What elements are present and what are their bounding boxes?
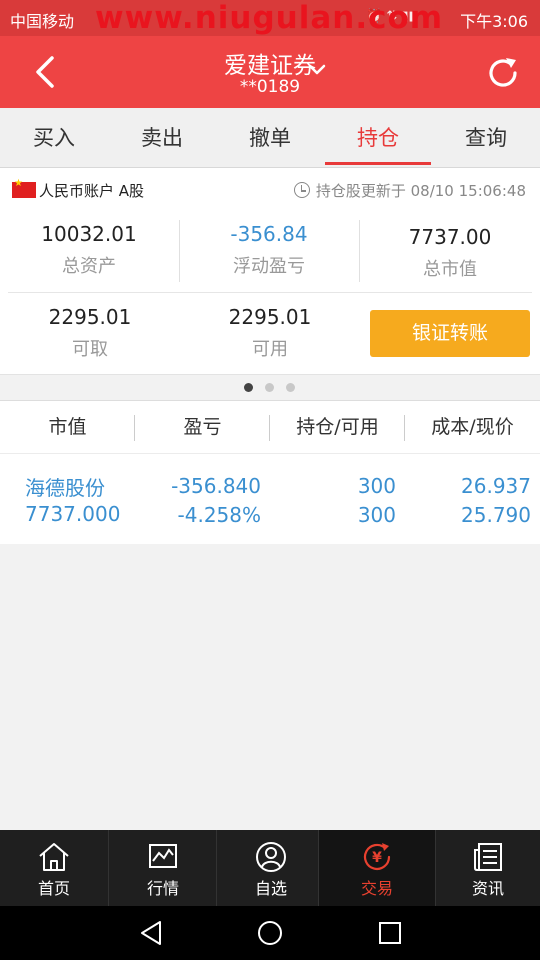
nav-watchlist[interactable]: 自选 xyxy=(217,830,325,906)
market-value: 7737.00 总市值 xyxy=(365,225,535,281)
stock-pl-pct: -4.258% xyxy=(177,503,261,527)
broker-title[interactable]: 爱建证券 xyxy=(0,46,540,80)
page-dot[interactable] xyxy=(244,383,253,392)
available: 2295.01 可用 xyxy=(185,305,355,361)
nav-news[interactable]: 资讯 xyxy=(436,830,540,906)
account-type-label: 人民币账户 A股 xyxy=(39,182,145,200)
divider xyxy=(359,220,360,282)
page-dot[interactable] xyxy=(286,383,295,392)
floating-pl: -356.84 浮动盈亏 xyxy=(184,222,354,278)
chevron-down-icon[interactable] xyxy=(307,62,327,78)
bank-transfer-button[interactable]: 银证转账 xyxy=(370,310,530,357)
update-time-label: 持仓股更新于 08/10 15:06:48 xyxy=(315,182,526,200)
clock-icon xyxy=(293,182,310,198)
clock-time: 下午3:06 xyxy=(460,12,528,31)
stock-price: 25.790 xyxy=(461,503,531,527)
stock-market-value: 7737.000 xyxy=(25,502,121,526)
carrier-name: 中国移动 xyxy=(10,12,75,31)
nav-market-label: 行情 xyxy=(146,879,179,898)
china-flag-icon xyxy=(12,178,36,198)
column-position: 持仓/可用 xyxy=(296,416,379,438)
app-header: 爱建证券 **0189 xyxy=(0,36,540,108)
tab-cancel[interactable]: 撤单 xyxy=(216,108,324,168)
page-indicator xyxy=(0,374,540,400)
nav-home-label: 首页 xyxy=(37,879,70,898)
nav-home[interactable]: 首页 xyxy=(0,830,108,906)
stock-pl: -356.840 xyxy=(171,474,261,498)
svg-text:¥: ¥ xyxy=(372,850,382,866)
floating-pl-label: 浮动盈亏 xyxy=(233,256,305,277)
watermark: www.niugulan.com xyxy=(95,0,444,36)
withdrawable-label: 可取 xyxy=(72,339,108,360)
column-cost-price: 成本/现价 xyxy=(431,416,514,438)
tab-query[interactable]: 查询 xyxy=(432,108,540,168)
news-icon xyxy=(474,843,502,871)
system-nav-bar xyxy=(0,906,540,960)
system-recents-icon[interactable] xyxy=(377,919,403,947)
total-assets: 10032.01 总资产 xyxy=(4,222,174,278)
bottom-nav: 首页 行情 自选 ¥ 交易 资讯 xyxy=(0,830,540,906)
withdrawable: 2295.01 可取 xyxy=(5,305,175,361)
nav-trade-label: 交易 xyxy=(360,879,393,898)
nav-trade[interactable]: ¥ 交易 xyxy=(319,830,435,906)
stock-position: 300 xyxy=(357,474,396,498)
stock-available: 300 xyxy=(357,503,396,527)
divider xyxy=(8,292,532,293)
nav-news-label: 资讯 xyxy=(471,879,504,898)
account-panel: 人民币账户 A股 持仓股更新于 08/10 15:06:48 10032.01 … xyxy=(0,168,540,374)
available-label: 可用 xyxy=(252,339,288,360)
stock-name: 海德股份 xyxy=(25,476,105,500)
empty-area xyxy=(0,544,540,830)
refresh-icon[interactable] xyxy=(484,54,522,92)
market-value-label: 总市值 xyxy=(423,259,477,280)
page-dot[interactable] xyxy=(265,383,274,392)
tab-positions[interactable]: 持仓 xyxy=(324,108,432,168)
tab-buy[interactable]: 买入 xyxy=(0,108,108,168)
stock-cost: 26.937 xyxy=(461,474,531,498)
account-type: 人民币账户 A股 xyxy=(12,178,145,201)
nav-watchlist-label: 自选 xyxy=(254,879,287,898)
total-assets-value: 10032.01 xyxy=(41,222,137,246)
column-market-value: 市值 xyxy=(48,416,87,438)
system-back-icon[interactable] xyxy=(138,919,164,947)
home-icon xyxy=(39,843,69,871)
total-assets-label: 总资产 xyxy=(62,256,116,277)
user-icon xyxy=(256,842,286,872)
system-home-icon[interactable] xyxy=(256,919,284,947)
divider xyxy=(179,220,180,282)
nav-market[interactable]: 行情 xyxy=(109,830,217,906)
chart-icon xyxy=(149,844,177,868)
yuan-icon: ¥ xyxy=(363,843,391,870)
account-number: **0189 xyxy=(239,77,301,97)
withdrawable-value: 2295.01 xyxy=(48,305,132,329)
floating-pl-value: -356.84 xyxy=(230,222,308,246)
available-value: 2295.01 xyxy=(228,305,312,329)
column-pl: 盈亏 xyxy=(183,416,222,438)
update-time: 持仓股更新于 08/10 15:06:48 xyxy=(293,180,526,201)
status-bar: 中国移动 ⏰ ⇅ ▮▮ www.niugulan.com 下午3:06 xyxy=(0,0,540,36)
tab-sell[interactable]: 卖出 xyxy=(108,108,216,168)
holdings-list: 海德股份 7737.000 -356.840 -4.258% 300 300 2… xyxy=(0,454,540,544)
market-value-value: 7737.00 xyxy=(408,225,492,249)
trade-tabs: 买入 卖出 撤单 持仓 查询 xyxy=(0,108,540,168)
holdings-header: 市值 盈亏 持仓/可用 成本/现价 xyxy=(0,400,540,454)
